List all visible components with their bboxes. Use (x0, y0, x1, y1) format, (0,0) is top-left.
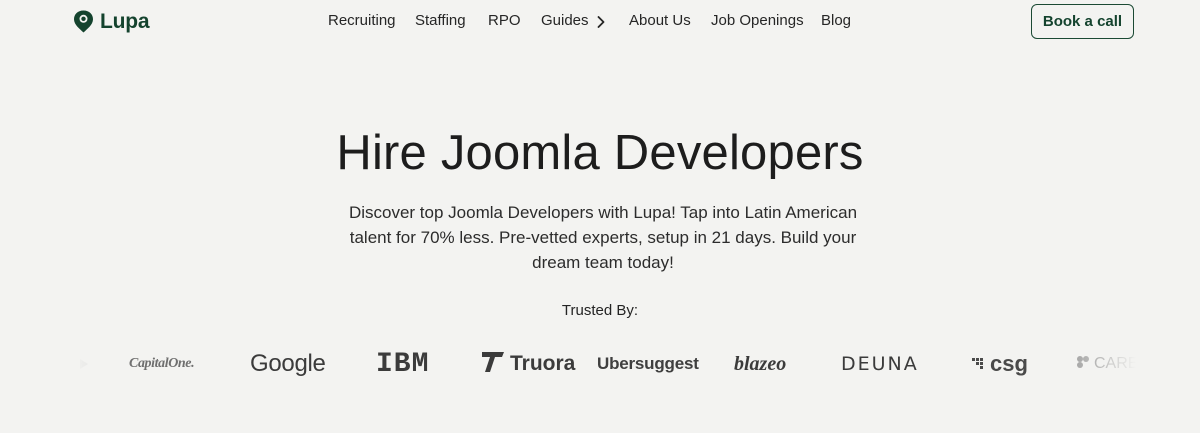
logo-truora: Truora (480, 340, 575, 388)
main-nav: Recruiting Staffing RPO Guides About Us … (0, 12, 1200, 32)
page: Lupa Recruiting Staffing RPO Guides Abou… (0, 0, 1200, 433)
nav-guides[interactable]: Guides (541, 12, 605, 29)
nav-staffing[interactable]: Staffing (415, 12, 466, 29)
logo-deuna: DEUNA (841, 353, 919, 375)
hero-title: Hire Joomla Developers (336, 126, 864, 180)
nav-job-openings[interactable]: Job Openings (711, 12, 804, 29)
logo-care-text: CARE (1094, 355, 1136, 372)
logo-google: Google (250, 350, 326, 377)
logo-ibm: IBM (376, 340, 429, 388)
trusted-by-label: Trusted By: (561, 302, 639, 319)
logo-csg-text: csg (990, 351, 1028, 376)
care-mark-icon (1076, 355, 1090, 374)
site-header: Lupa Recruiting Staffing RPO Guides Abou… (0, 0, 1200, 44)
nav-blog[interactable]: Blog (821, 12, 851, 29)
logo-capitalone: CapitalOne. (129, 356, 195, 371)
nav-recruiting[interactable]: Recruiting (328, 12, 396, 29)
hero-subtitle: Discover top Joomla Developers with Lupa… (348, 203, 858, 272)
play-icon (79, 357, 89, 369)
nav-guides-label: Guides (541, 12, 589, 29)
book-a-call-button[interactable]: Book a call (1031, 4, 1134, 39)
nav-about-us[interactable]: About Us (629, 12, 691, 29)
chevron-right-icon (597, 15, 605, 28)
logo-truora-text: Truora (510, 352, 576, 375)
truora-mark-icon (480, 348, 506, 380)
nav-rpo[interactable]: RPO (488, 12, 521, 29)
logo-ubersuggest: Ubersuggest (597, 354, 699, 373)
csg-dots-icon (972, 351, 988, 377)
logo-care: CARE (1076, 340, 1136, 388)
logo-blazeo: blazeo (734, 352, 787, 375)
logo-csg: csg (972, 340, 1028, 388)
client-logos-strip: CapitalOne. Google IBM Truora Ubersugges… (72, 340, 1136, 388)
